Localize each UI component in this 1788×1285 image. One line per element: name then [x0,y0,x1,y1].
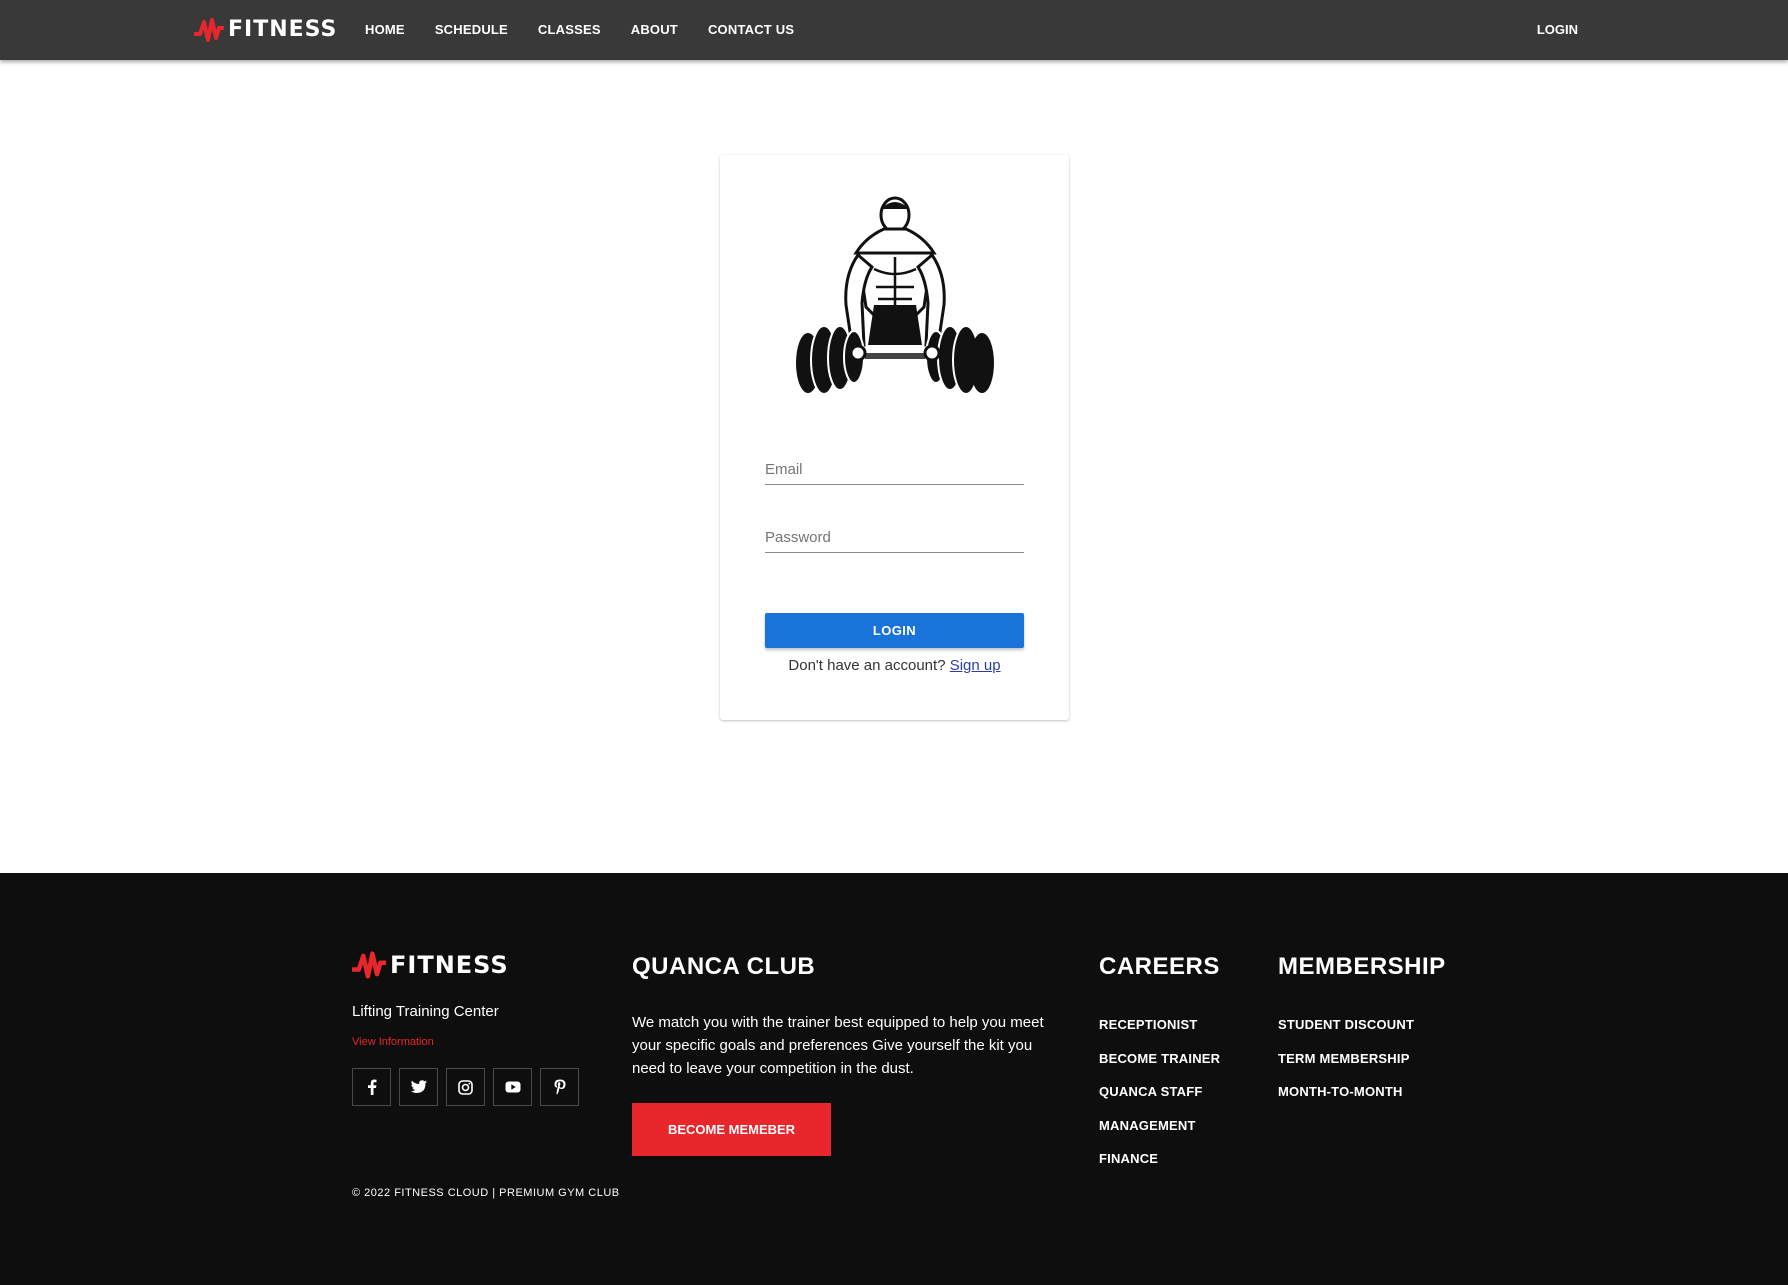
become-member-button[interactable]: BECOME MEMEBER [632,1103,831,1156]
view-information-link[interactable]: View Information [352,1036,434,1048]
nav-link-home[interactable]: HOME [365,22,405,37]
footer-tagline: Lifting Training Center [352,1003,499,1020]
careers-heading: CAREERS [1099,953,1220,980]
main-nav: HOME SCHEDULE CLASSES ABOUT CONTACT US [365,0,824,58]
careers-item-become-trainer[interactable]: BECOME TRAINER [1099,1051,1220,1085]
instagram-icon[interactable] [446,1068,485,1106]
nav-link-schedule[interactable]: SCHEDULE [435,22,508,37]
nav-link-classes[interactable]: CLASSES [538,22,601,37]
membership-heading: MEMBERSHIP [1278,953,1446,980]
careers-list: RECEPTIONIST BECOME TRAINER QUANCA STAFF… [1099,1017,1220,1185]
top-navbar: FITNESS HOME SCHEDULE CLASSES ABOUT CONT… [0,0,1788,60]
weightlifter-illustration [796,196,994,395]
youtube-icon[interactable] [493,1068,532,1106]
careers-item-quanca-staff[interactable]: QUANCA STAFF [1099,1084,1220,1118]
site-footer: FITNESS Lifting Training Center View Inf… [0,873,1788,1285]
email-input[interactable] [765,461,1024,478]
footer-logo-text: FITNESS [390,951,509,979]
club-heading: QUANCA CLUB [632,953,816,980]
password-field[interactable] [765,513,1024,553]
membership-list: STUDENT DISCOUNT TERM MEMBERSHIP MONTH-T… [1278,1017,1414,1118]
password-input[interactable] [765,529,1024,546]
membership-item-term-membership[interactable]: TERM MEMBERSHIP [1278,1051,1414,1085]
membership-item-month-to-month[interactable]: MONTH-TO-MONTH [1278,1084,1414,1118]
copyright-text: © 2022 FITNESS CLOUD | PREMIUM GYM CLUB [352,1187,620,1199]
brand-logo-text: FITNESS [228,17,338,42]
signup-link[interactable]: Sign up [950,657,1001,674]
social-links [352,1068,587,1106]
nav-link-contact-us[interactable]: CONTACT US [708,22,794,37]
twitter-icon[interactable] [399,1068,438,1106]
membership-item-student-discount[interactable]: STUDENT DISCOUNT [1278,1017,1414,1051]
nav-link-about[interactable]: ABOUT [631,22,678,37]
zigzag-pulse-icon [194,18,224,42]
email-field[interactable] [765,445,1024,485]
careers-item-finance[interactable]: FINANCE [1099,1151,1220,1185]
signup-prompt: Don't have an account? Sign up [720,657,1069,674]
nav-login-link[interactable]: LOGIN [1537,0,1578,58]
brand-logo[interactable]: FITNESS [194,14,337,46]
footer-logo[interactable]: FITNESS [352,949,509,981]
facebook-icon[interactable] [352,1068,391,1106]
pinterest-icon[interactable] [540,1068,579,1106]
login-button[interactable]: LOGIN [765,613,1024,648]
club-description: We match you with the trainer best equip… [632,1014,1044,1077]
careers-item-receptionist[interactable]: RECEPTIONIST [1099,1017,1220,1051]
zigzag-pulse-icon [352,951,386,979]
login-card: LOGIN Don't have an account? Sign up [720,155,1069,720]
careers-item-management[interactable]: MANAGEMENT [1099,1118,1220,1152]
no-account-text: Don't have an account? [788,657,946,674]
